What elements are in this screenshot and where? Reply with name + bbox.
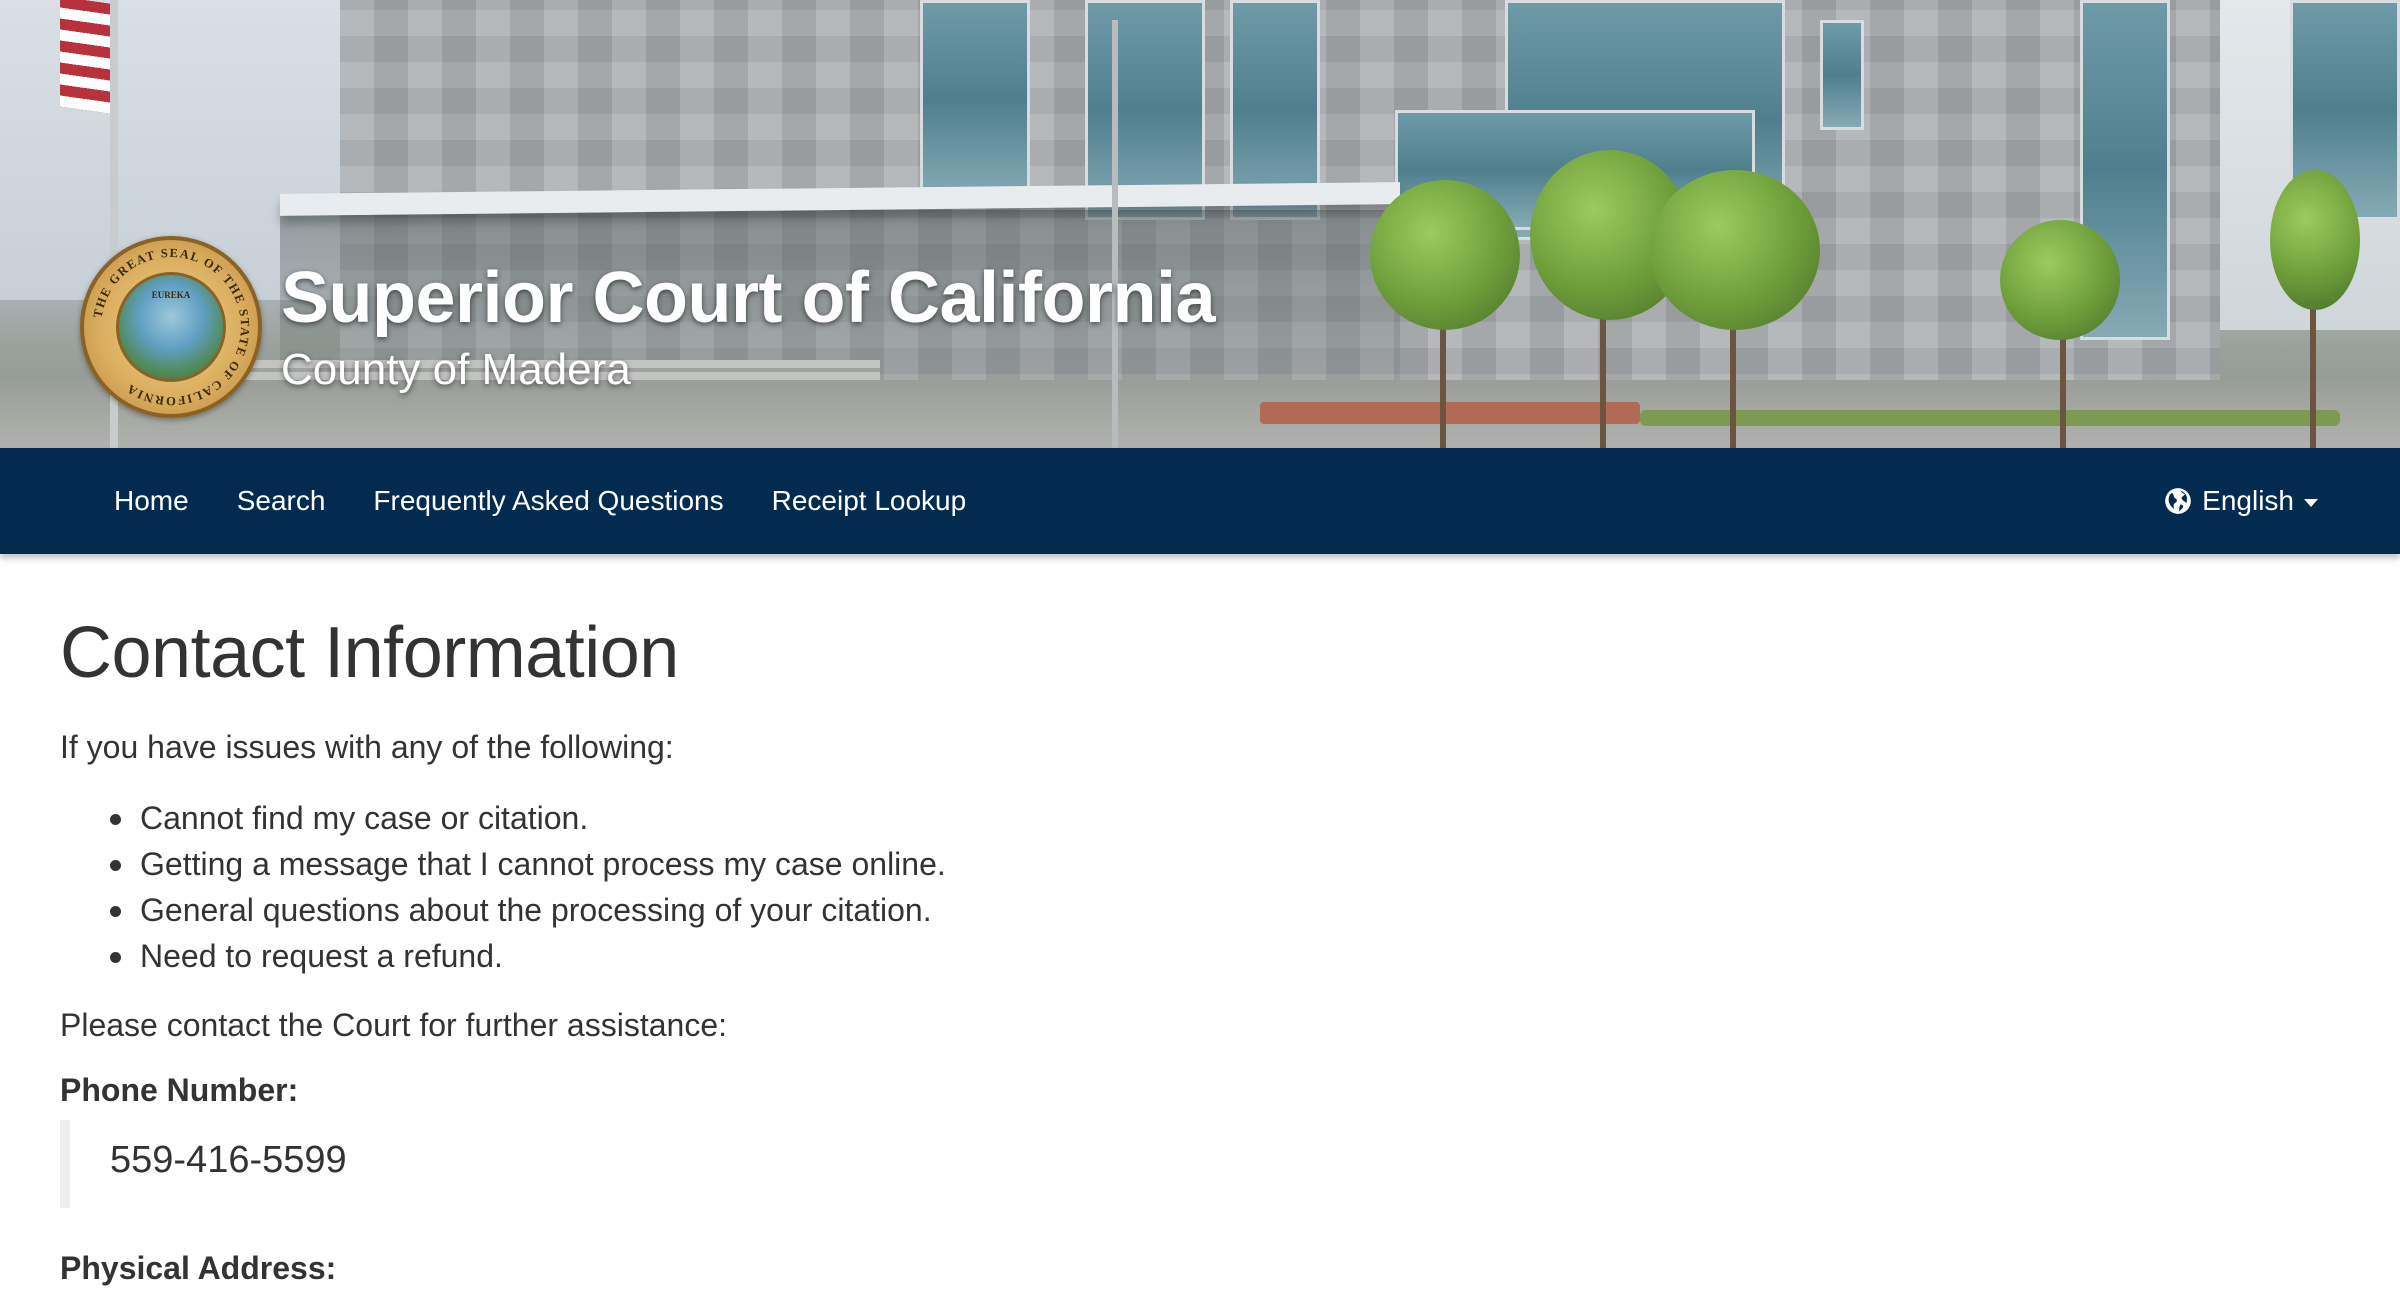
flag-icon <box>60 0 110 114</box>
language-label: English <box>2202 485 2294 516</box>
list-item: Need to request a refund. <box>110 933 2340 979</box>
language-dropdown[interactable]: English <box>2164 448 2318 554</box>
main-navbar: Home Search Frequently Asked Questions R… <box>0 448 2400 554</box>
phone-number: 559-416-5599 <box>60 1119 2340 1208</box>
site-subtitle: County of Madera <box>281 345 631 394</box>
nav-search-link[interactable]: Search <box>213 448 350 554</box>
page-title: Contact Information <box>60 613 679 693</box>
seal-lettering: THE GREAT SEAL OF THE STATE OF CALIFORNI… <box>91 246 253 408</box>
caret-down-icon <box>2304 499 2318 507</box>
nav-faq-link[interactable]: Frequently Asked Questions <box>349 448 747 554</box>
list-item: Cannot find my case or citation. <box>110 795 2340 841</box>
site-title[interactable]: Superior Court of California <box>281 262 1216 334</box>
svg-text:EUREKA: EUREKA <box>152 290 191 300</box>
header-banner: THE GREAT SEAL OF THE STATE OF CALIFORNI… <box>0 0 2400 448</box>
svg-text:THE GREAT SEAL OF THE STATE OF: THE GREAT SEAL OF THE STATE OF CALIFORNI… <box>91 246 253 408</box>
trees <box>1260 150 2360 448</box>
main-content: Contact Information If you have issues w… <box>60 554 2340 1290</box>
intro-text: If you have issues with any of the follo… <box>60 729 674 766</box>
list-item: Getting a message that I cannot process … <box>110 841 2340 887</box>
nav-receipt-lookup-link[interactable]: Receipt Lookup <box>748 448 991 554</box>
address-label: Physical Address: <box>60 1249 337 1286</box>
list-item: General questions about the processing o… <box>110 887 2340 933</box>
issue-list: Cannot find my case or citation. Getting… <box>60 795 2340 979</box>
nav-list: Home Search Frequently Asked Questions R… <box>90 448 990 554</box>
phone-label: Phone Number: <box>60 1072 299 1109</box>
site-title-block: Superior Court of California County of M… <box>281 262 1216 394</box>
assistance-text: Please contact the Court for further ass… <box>60 1006 727 1043</box>
globe-icon <box>2165 488 2191 514</box>
california-seal-logo: THE GREAT SEAL OF THE STATE OF CALIFORNI… <box>80 236 262 418</box>
nav-home-link[interactable]: Home <box>90 448 213 554</box>
